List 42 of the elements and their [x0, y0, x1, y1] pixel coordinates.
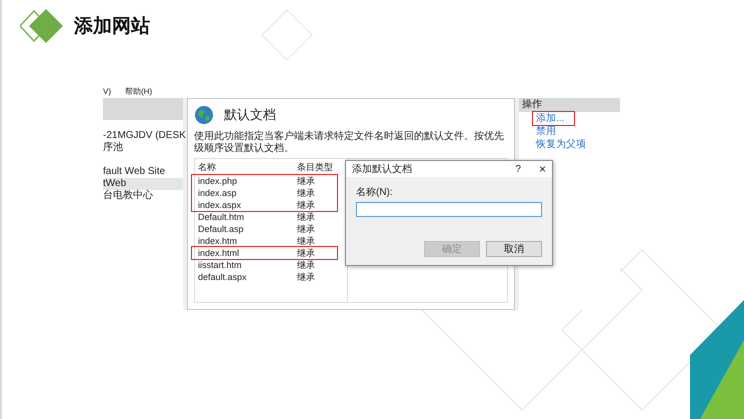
dialog-title: 添加默认文档 — [352, 162, 413, 176]
tree-item[interactable]: 台电教中心 — [103, 190, 183, 202]
tree-item[interactable]: 序池 — [103, 142, 183, 154]
help-button[interactable]: ? — [515, 164, 521, 174]
table-cell: 继承 — [297, 223, 315, 235]
table-cell-text: index.htm — [197, 235, 238, 247]
table-cell: 继承 — [297, 271, 315, 283]
table-cell-text: index.html — [197, 247, 240, 259]
table-cell-text: Default.htm — [197, 211, 246, 223]
diamond-logo-icon — [20, 9, 64, 43]
table-cell: 继承 — [297, 235, 315, 247]
close-button[interactable]: × — [538, 162, 546, 176]
table-cell-text: index.aspx — [197, 199, 242, 211]
tree-item[interactable]: -21MGJDV (DESK — [103, 130, 183, 142]
table-cell-text: iisstart.htm — [197, 259, 243, 271]
feature-title: 默认文档 — [224, 106, 276, 124]
actions-header: 操作 — [519, 98, 620, 112]
tree-item[interactable]: fault Web Site — [103, 166, 183, 178]
table-cell: 继承 — [297, 187, 315, 199]
field-label: 名称(N): — [356, 186, 394, 199]
table-cell-text: index.php — [197, 175, 238, 187]
action-link[interactable]: 恢复为父项 — [533, 138, 589, 151]
column-header[interactable]: 名称 — [195, 161, 297, 173]
menu-item[interactable]: 帮助(H) — [125, 86, 152, 96]
menu-item[interactable]: V) — [103, 86, 111, 96]
table-cell: 继承 — [297, 211, 315, 223]
table-cell-text: index.asp — [197, 187, 238, 199]
feature-description: 使用此功能指定当客户端未请求特定文件名时返回的默认文件。按优先级顺序设置默认文档。 — [194, 131, 505, 155]
action-link[interactable]: 添加... — [533, 112, 574, 125]
table-cell: 继承 — [297, 199, 315, 211]
name-input-field[interactable] — [356, 202, 542, 217]
dialog-button[interactable]: 取消 — [486, 241, 542, 257]
slide-title: 添加网站 — [74, 15, 150, 39]
column-header[interactable]: 条目类型 — [297, 161, 333, 173]
globe-icon — [194, 105, 214, 125]
table-cell: 继承 — [297, 247, 315, 259]
action-link[interactable]: 禁用 — [533, 125, 559, 138]
table-cell-text: default.aspx — [197, 271, 248, 283]
table-cell: 继承 — [297, 175, 315, 187]
table-cell: 继承 — [297, 259, 315, 271]
tree-item[interactable]: tWeb — [103, 178, 183, 190]
table-cell-text: Default.asp — [197, 223, 245, 235]
